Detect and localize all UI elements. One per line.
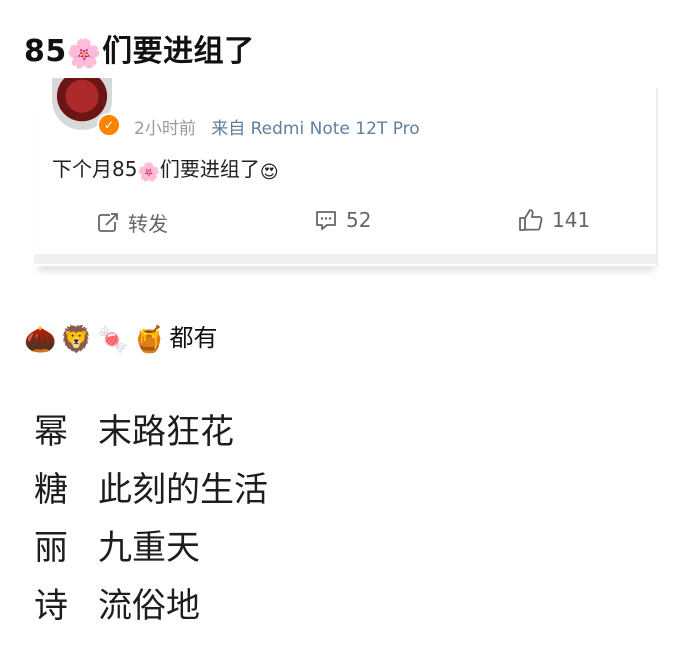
list-item: 诗流俗地 [34, 584, 268, 642]
cherry-blossom-emoji: 🌸 [66, 37, 103, 70]
repost-button[interactable]: 转发 [96, 208, 168, 237]
comment-button[interactable]: 52 [314, 208, 371, 232]
list-item-key: 丽 [34, 528, 68, 568]
like-count: 141 [552, 208, 591, 232]
list-item: 幂末路狂花 [34, 410, 268, 468]
comment-count: 52 [346, 208, 372, 232]
list-item-key: 诗 [34, 586, 68, 626]
emoji-line-text: 都有 [169, 324, 218, 352]
heart-eyes-emoji: 😍 [259, 162, 279, 183]
like-button[interactable]: 141 [518, 208, 590, 232]
post-content: 下个月85🌸们要进组了😍 [52, 153, 279, 183]
repost-icon [98, 212, 118, 232]
candy-emoji: 🍬 [96, 325, 130, 355]
list-item: 丽九重天 [34, 526, 268, 584]
lion-emoji: 🦁 [60, 325, 93, 355]
list-item-key: 幂 [34, 412, 68, 452]
thumbs-up-icon [519, 209, 543, 231]
post-source: 来自 Redmi Note 12T Pro [211, 119, 420, 139]
headline-number: 85 [24, 34, 67, 69]
honey-pot-emoji: 🍯 [133, 325, 166, 355]
list-item-value: 流俗地 [98, 586, 200, 626]
chestnut-emoji: 🌰 [24, 325, 57, 355]
list-item-key: 糖 [34, 470, 68, 510]
post-time: 2小时前 [134, 119, 196, 139]
repost-label: 转发 [128, 212, 168, 236]
post-text-middle: 们要进组了 [159, 157, 260, 181]
page-headline: 85🌸们要进组了 [24, 26, 255, 70]
list-item-value: 末路狂花 [98, 412, 234, 452]
cherry-blossom-emoji: 🌸 [137, 162, 160, 183]
headline-text: 们要进组了 [102, 34, 255, 69]
post-text-prefix: 下个月85 [52, 157, 138, 181]
verified-badge-icon: ✓ [97, 113, 121, 137]
post-meta: 2小时前 来自 Redmi Note 12T Pro [134, 114, 420, 139]
drama-list: 幂末路狂花 糖此刻的生活 丽九重天 诗流俗地 [34, 410, 268, 642]
comment-icon [316, 211, 336, 230]
card-divider [34, 254, 656, 264]
emoji-line: 🌰 🦁 🍬 🍯 都有 [24, 318, 218, 355]
list-item: 糖此刻的生活 [34, 468, 268, 526]
list-item-value: 九重天 [98, 528, 200, 568]
list-item-value: 此刻的生活 [98, 470, 268, 510]
